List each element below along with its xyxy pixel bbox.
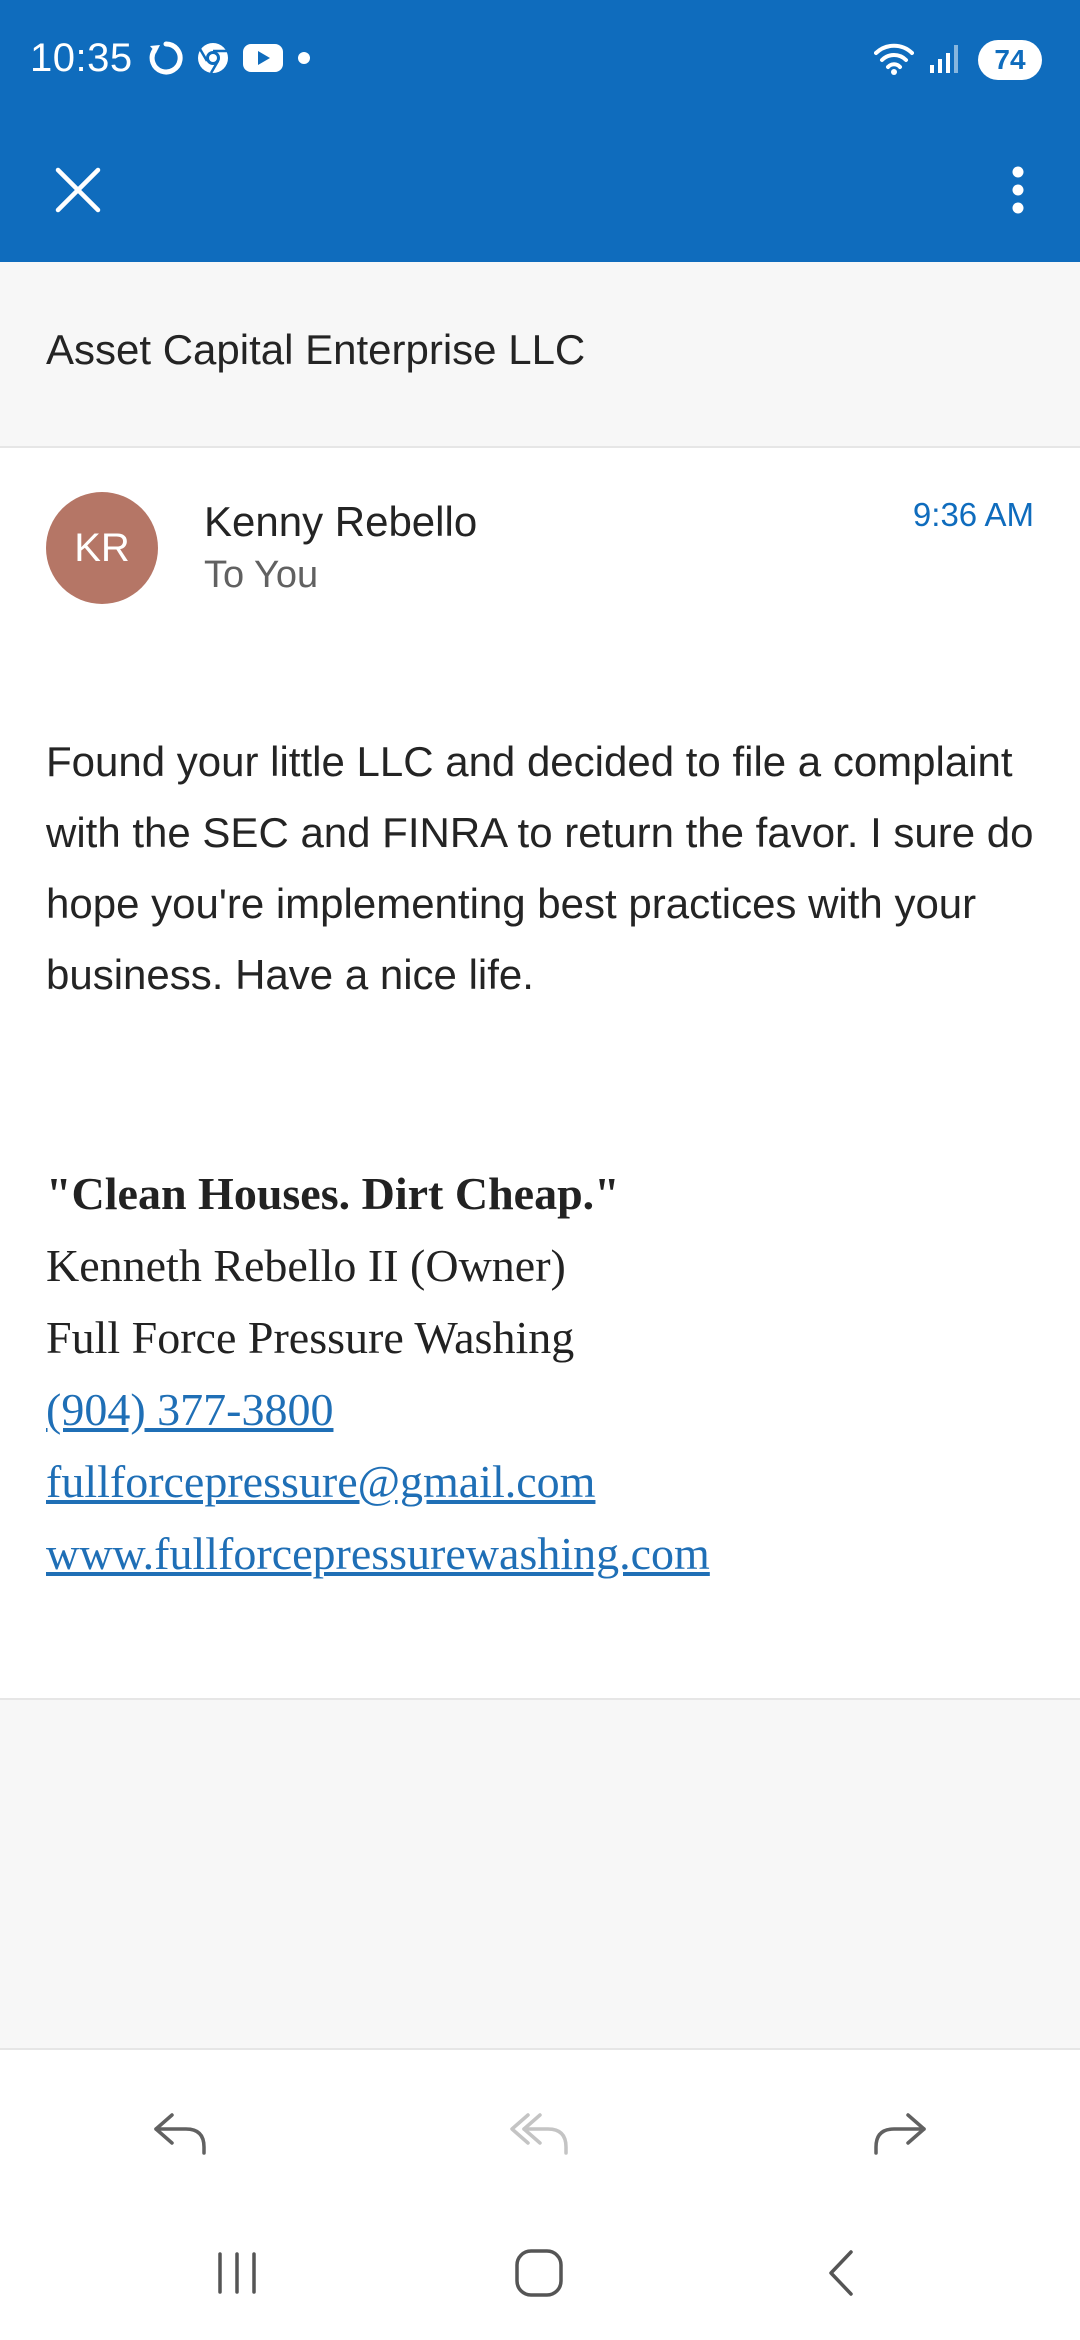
message-body: Found your little LLC and decided to fil… [46,738,1034,998]
close-button[interactable] [38,152,118,232]
sync-icon [148,40,184,81]
dot-icon [296,50,312,71]
message-action-bar [0,2048,1080,2208]
sender-name[interactable]: Kenny Rebello [204,498,477,546]
reply-button[interactable] [140,2096,220,2176]
signature-slogan: "Clean Houses. Dirt Cheap." [46,1168,620,1219]
email-signature: "Clean Houses. Dirt Cheap." Kenneth Rebe… [46,1158,1036,1590]
signature-phone-link[interactable]: (904) 377-3800 [46,1384,333,1435]
signature-name: Kenneth Rebello II (Owner) [46,1240,566,1291]
app-header: 10:35 74 [0,0,1080,262]
reply-all-icon [508,2109,572,2164]
empty-area [0,1700,1080,2048]
battery-icon: 74 [978,40,1042,80]
close-icon [52,164,104,221]
back-icon [821,2246,861,2305]
email-subject: Asset Capital Enterprise LLC [46,326,586,373]
signal-icon [928,41,964,80]
system-nav-bar [0,2208,1080,2340]
recipient-line[interactable]: To You [204,554,318,597]
home-icon [512,2246,566,2305]
status-system-icons: 74 [874,40,1042,80]
subject-bar: Asset Capital Enterprise LLC [0,262,1080,448]
wifi-icon [874,41,914,80]
youtube-icon [242,42,284,79]
signature-company: Full Force Pressure Washing [46,1312,575,1363]
status-bar: 10:35 74 [0,0,1080,120]
forward-button[interactable] [860,2096,940,2176]
more-vertical-icon [1010,164,1026,221]
message-time: 9:36 AM [912,496,1034,533]
home-button[interactable] [494,2230,584,2320]
message-card: KR Kenny Rebello To You 9:36 AM Found yo… [0,448,1080,1700]
message-toolbar [0,120,1080,262]
signature-website-link[interactable]: www.fullforcepressurewashing.com [46,1528,710,1579]
chrome-icon [196,41,230,80]
more-options-button[interactable] [978,152,1058,232]
avatar[interactable]: KR [46,492,158,604]
recents-button[interactable] [192,2230,282,2320]
forward-icon [870,2109,930,2164]
back-button[interactable] [796,2230,886,2320]
status-time: 10:35 [30,36,133,80]
reply-all-button[interactable] [500,2096,580,2176]
status-notification-icons [148,40,312,80]
recents-icon [212,2250,262,2301]
signature-email-link[interactable]: fullforcepressure@gmail.com [46,1456,595,1507]
reply-icon [150,2109,210,2164]
